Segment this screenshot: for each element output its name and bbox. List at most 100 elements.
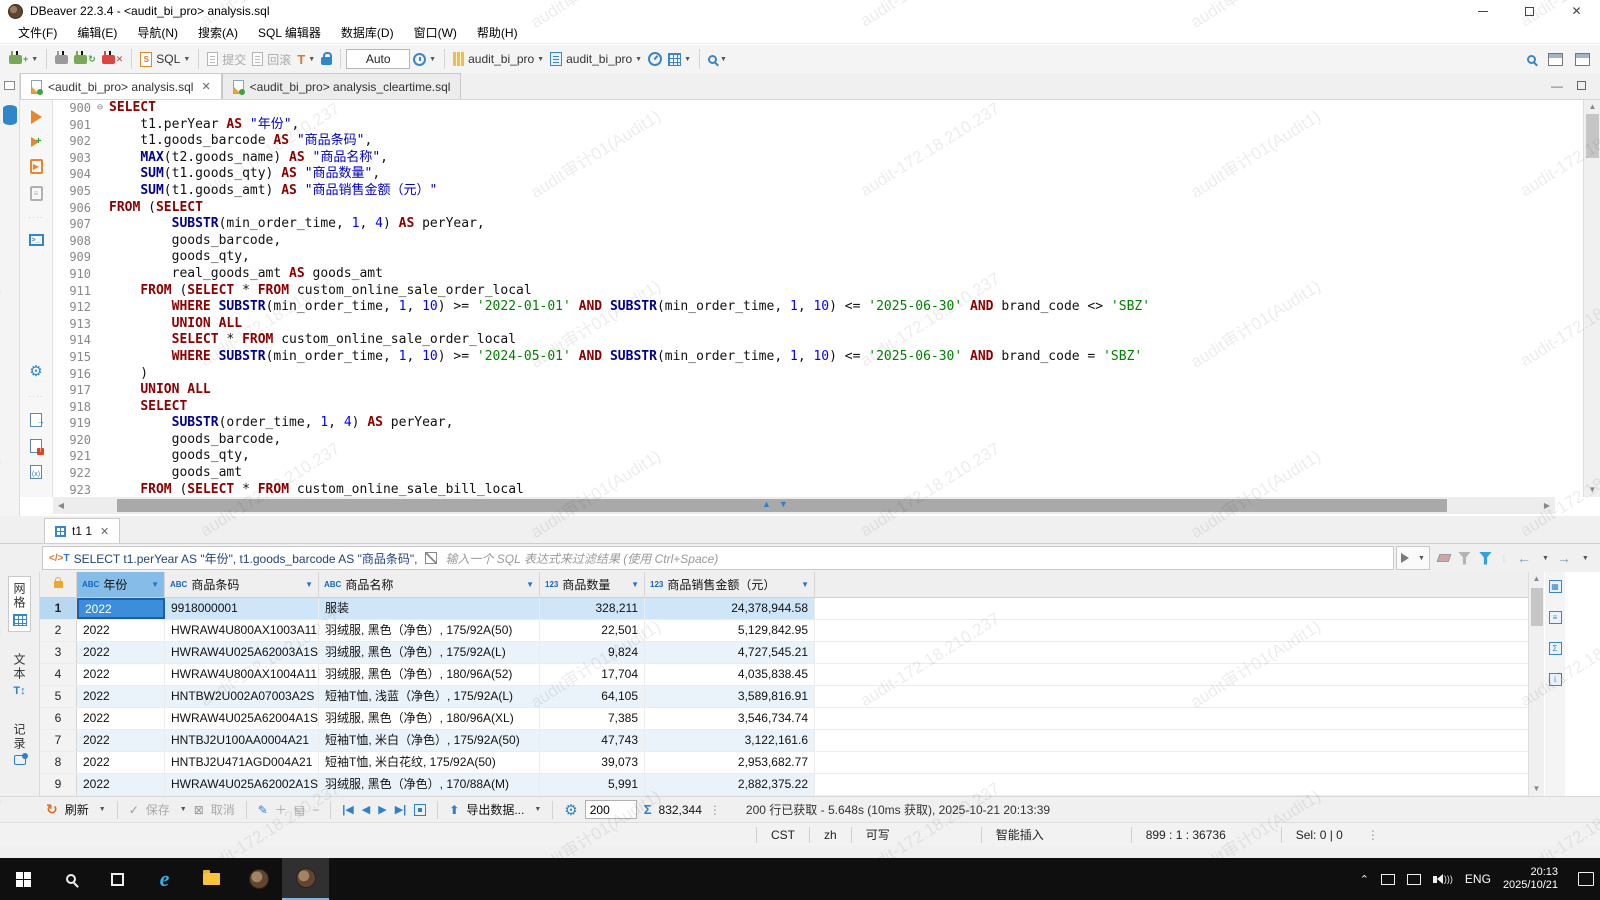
- metadata-panel-icon[interactable]: i: [1549, 673, 1562, 686]
- column-header-1[interactable]: ABC商品条码▼: [165, 572, 319, 597]
- next-row-icon[interactable]: ▶: [378, 803, 386, 816]
- grid-cell[interactable]: HWRAW4U025A62003A1S: [165, 642, 319, 663]
- grid-cell[interactable]: 短袖T恤, 米白（净色）, 175/92A(50): [319, 730, 540, 751]
- tab-analysis-cleartime-sql[interactable]: <audit_bi_pro> analysis_cleartime.sql: [222, 73, 462, 99]
- grid-cell[interactable]: 22,501: [540, 620, 645, 641]
- row-number[interactable]: 3: [40, 642, 77, 663]
- last-row-icon[interactable]: ▶|: [395, 803, 407, 816]
- table-row[interactable]: 22022HWRAW4U800AX1003A11羽绒服, 黑色（净色）, 175…: [40, 620, 1528, 642]
- internet-explorer-icon[interactable]: e: [141, 858, 188, 900]
- fetch-page-icon[interactable]: [414, 804, 426, 816]
- sql-code-editor[interactable]: 900⊖SELECT901 t1.perYear AS "年份",902 t1.…: [53, 100, 1555, 497]
- commit-button[interactable]: 提交: [207, 50, 246, 68]
- grid-cell[interactable]: 3,546,734.74: [645, 708, 815, 729]
- quick-search-icon[interactable]: [1527, 55, 1536, 64]
- grid-cell[interactable]: 64,105: [540, 686, 645, 707]
- rollback-button[interactable]: 回滚: [252, 50, 291, 68]
- grid-cell[interactable]: HNTBJ2U100AA0004A21: [165, 730, 319, 751]
- calc-panel-icon[interactable]: Σ: [1549, 642, 1562, 655]
- export-icon[interactable]: ⬆: [449, 803, 459, 817]
- grid-cell[interactable]: 2,882,375.22: [645, 774, 815, 795]
- grid-cell[interactable]: HWRAW4U800AX1003A11: [165, 620, 319, 641]
- table-row[interactable]: 82022HNTBJ2U471AGD004A21短袖T恤, 米白花纹, 175/…: [40, 752, 1528, 774]
- value-viewer-panel-icon[interactable]: ≡: [1549, 611, 1562, 624]
- code-line-904[interactable]: 904 SUM(t1.goods_qty) AS "商品数量",: [53, 166, 1555, 183]
- grid-cell[interactable]: 羽绒服, 黑色（净色）, 175/92A(L): [319, 642, 540, 663]
- problems-doc-icon[interactable]: !: [30, 439, 42, 453]
- grid-cell[interactable]: 2022: [77, 708, 165, 729]
- database-navigator-icon[interactable]: [3, 105, 17, 117]
- transaction-lock-icon[interactable]: [321, 50, 332, 68]
- database-selector[interactable]: audit_bi_pro▼: [453, 50, 544, 68]
- grid-cell[interactable]: 7,385: [540, 708, 645, 729]
- code-line-919[interactable]: 919 SUBSTR(order_time, 1, 4) AS perYear,: [53, 415, 1555, 432]
- menu-item-3[interactable]: 搜索(A): [188, 21, 248, 44]
- menu-item-6[interactable]: 窗口(W): [404, 21, 467, 44]
- table-row[interactable]: 62022HWRAW4U025A62004A1S羽绒服, 黑色（净色）, 180…: [40, 708, 1528, 730]
- grid-cell[interactable]: 39,073: [540, 752, 645, 773]
- panels-layout-icon[interactable]: ▦: [1549, 580, 1562, 593]
- grid-cell[interactable]: 3,122,161.6: [645, 730, 815, 751]
- er-diagram-icon[interactable]: ▼: [668, 50, 691, 68]
- grid-cell[interactable]: 2022: [77, 598, 165, 619]
- row-number[interactable]: 9: [40, 774, 77, 795]
- disconnect-icon[interactable]: ✕: [102, 50, 124, 68]
- row-count-icon[interactable]: Σ: [644, 802, 652, 817]
- commit-mode-combo[interactable]: Auto: [346, 49, 410, 69]
- grid-cell[interactable]: 2,953,682.77: [645, 752, 815, 773]
- code-line-921[interactable]: 921 goods_qty,: [53, 448, 1555, 465]
- volume-icon[interactable]: ))): [1433, 874, 1453, 884]
- file-explorer-icon[interactable]: [188, 858, 235, 900]
- previous-row-icon[interactable]: ◀: [362, 803, 370, 816]
- table-row[interactable]: 120229918000001服装328,21124,378,944.58: [40, 598, 1528, 620]
- grid-cell[interactable]: 47,743: [540, 730, 645, 751]
- dbeaver-running-icon[interactable]: [282, 858, 329, 900]
- grid-cell[interactable]: HWRAW4U800AX1004A11: [165, 664, 319, 685]
- code-line-908[interactable]: 908 goods_barcode,: [53, 233, 1555, 250]
- taskbar-search-icon[interactable]: [47, 858, 94, 900]
- column-filter-dropdown-icon[interactable]: ▼: [305, 580, 313, 589]
- grid-cell[interactable]: 2022: [77, 752, 165, 773]
- column-filter-dropdown-icon[interactable]: ▼: [526, 580, 534, 589]
- scrollbar-thumb[interactable]: [1531, 588, 1543, 626]
- dashboard-icon[interactable]: [648, 50, 662, 68]
- code-line-915[interactable]: 915 WHERE SUBSTR(min_order_time, 1, 10) …: [53, 349, 1555, 366]
- grid-cell[interactable]: 2022: [77, 642, 165, 663]
- column-filter-dropdown-icon[interactable]: ▼: [151, 580, 159, 589]
- transaction-log-icon[interactable]: ▼: [413, 50, 436, 68]
- maximize-editor-icon[interactable]: [1577, 79, 1586, 93]
- forward-icon[interactable]: →: [1557, 550, 1571, 566]
- menu-item-5[interactable]: 数据库(D): [331, 21, 404, 44]
- cancel-button[interactable]: 取消: [211, 801, 235, 818]
- table-row[interactable]: 42022HWRAW4U800AX1004A11羽绒服, 黑色（净色）, 180…: [40, 664, 1528, 686]
- grid-cell[interactable]: 328,211: [540, 598, 645, 619]
- usb-device-icon[interactable]: [1381, 874, 1395, 885]
- editor-vertical-scrollbar[interactable]: ▲ ▼: [1583, 100, 1600, 497]
- dbeaver-perspective-icon[interactable]: [1575, 53, 1590, 66]
- close-result-tab-icon[interactable]: ✕: [100, 525, 109, 538]
- clear-filter-icon[interactable]: [1436, 554, 1451, 562]
- duplicate-row-icon[interactable]: ▤: [294, 803, 305, 817]
- connect-icon[interactable]: [55, 50, 68, 68]
- menu-item-1[interactable]: 编辑(E): [67, 21, 127, 44]
- grid-cell[interactable]: 羽绒服, 黑色（净色）, 175/92A(50): [319, 620, 540, 641]
- schema-selector[interactable]: audit_bi_pro▼: [550, 50, 642, 68]
- scroll-up-icon[interactable]: ▲: [1584, 100, 1600, 114]
- close-tab-icon[interactable]: ✕: [201, 80, 210, 93]
- grid-cell[interactable]: 5,991: [540, 774, 645, 795]
- grid-cell[interactable]: 4,727,545.21: [645, 642, 815, 663]
- view-tab-text[interactable]: 文本 T↕: [9, 648, 30, 702]
- execute-script-button[interactable]: ▶: [30, 159, 43, 174]
- task-view-icon[interactable]: [94, 858, 141, 900]
- grid-cell[interactable]: 9,824: [540, 642, 645, 663]
- grid-cell[interactable]: 2022: [77, 774, 165, 795]
- tray-expand-icon[interactable]: ⌃: [1360, 873, 1369, 886]
- save-dropdown-icon[interactable]: ▼: [180, 806, 187, 813]
- editor-settings-gear-icon[interactable]: ⚙: [29, 362, 42, 380]
- dbeaver-pinned-icon[interactable]: [235, 858, 282, 900]
- scroll-right-icon[interactable]: ▶: [1539, 497, 1555, 514]
- row-number[interactable]: 4: [40, 664, 77, 685]
- expand-filter-icon[interactable]: [425, 552, 437, 564]
- splitter-arrows[interactable]: ▲▼: [762, 499, 788, 509]
- scroll-down-icon[interactable]: ▼: [1529, 782, 1544, 796]
